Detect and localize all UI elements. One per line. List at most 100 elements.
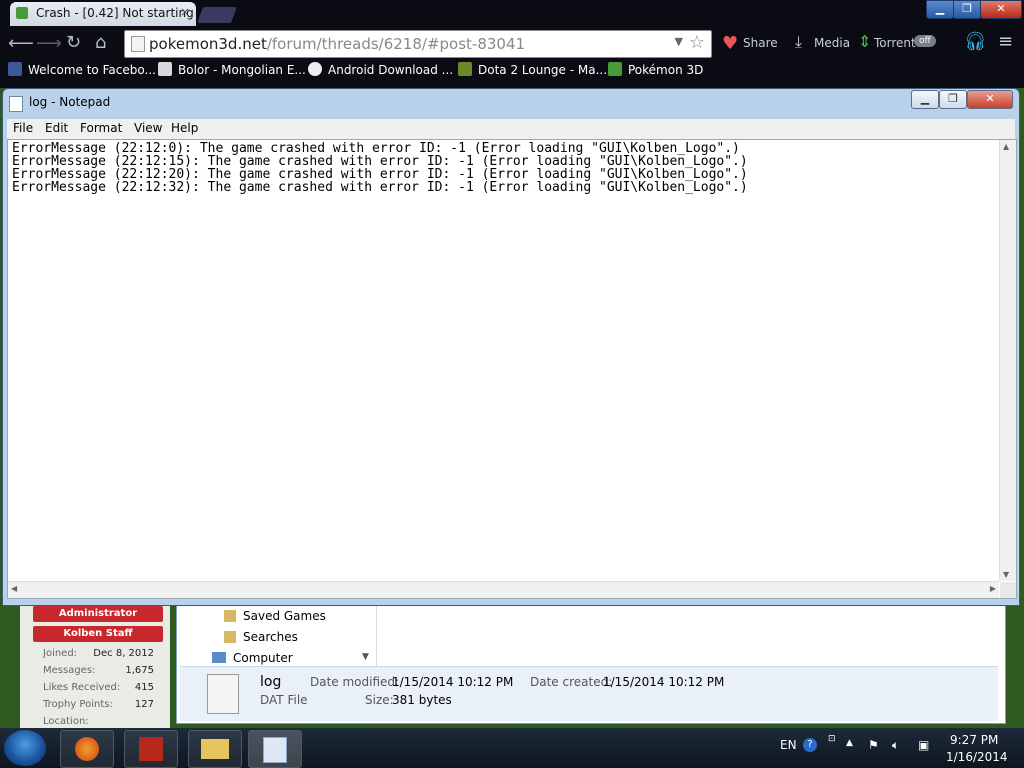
menu-icon[interactable]: ≡ <box>998 31 1013 52</box>
taskbar-dota2[interactable] <box>124 730 178 768</box>
forward-arrow-icon[interactable]: ⟶ <box>36 33 62 54</box>
computer-icon <box>212 652 226 663</box>
language-indicator[interactable]: EN <box>780 738 797 752</box>
bookmark-pokemon3d[interactable]: Pokémon 3D <box>608 62 703 77</box>
network-icon[interactable]: ▣ <box>918 738 929 752</box>
stat-label: Joined: <box>43 648 78 659</box>
role-badge-administrator: Administrator <box>33 606 163 622</box>
notepad-text-area[interactable]: ErrorMessage (22:12:0): The game crashed… <box>7 139 1017 599</box>
notepad-maximize-button[interactable]: ❐ <box>939 90 967 109</box>
dota-lounge-icon <box>458 62 472 76</box>
bookmark-facebook[interactable]: Welcome to Facebo... <box>8 62 156 77</box>
notepad-icon <box>9 96 23 112</box>
new-tab-button[interactable] <box>197 7 237 23</box>
date-created-label: Date created: <box>530 675 613 689</box>
tree-item-searches[interactable]: Searches <box>243 630 298 644</box>
menu-edit[interactable]: Edit <box>45 121 68 135</box>
clock-date[interactable]: 1/16/2014 <box>946 750 1008 764</box>
media-button[interactable]: Media <box>814 36 850 50</box>
notepad-menubar: File Edit Format View Help <box>7 119 1015 139</box>
stat-label: Messages: <box>43 665 96 676</box>
tree-item-computer[interactable]: Computer <box>233 651 293 665</box>
url-text: pokemon3d.net/forum/threads/6218/#post-8… <box>149 35 526 53</box>
menu-file[interactable]: File <box>13 121 33 135</box>
bolor-icon <box>158 62 172 76</box>
maximize-button[interactable]: ❐ <box>953 0 981 19</box>
scroll-right-arrow-icon[interactable]: ▶ <box>990 584 996 593</box>
back-arrow-icon[interactable]: ⟵ <box>8 33 34 54</box>
folder-icon <box>201 739 229 759</box>
torrent-toggle[interactable]: off <box>914 35 936 47</box>
android-icon <box>308 62 322 76</box>
action-center-flag-icon[interactable]: ⚑ <box>868 738 879 752</box>
taskbar: EN ? ⊡ ▲ ⚑ 🔈︎ ▣ 9:27 PM 1/16/2014 <box>0 728 1024 768</box>
stat-label: Location: <box>43 716 89 727</box>
start-button[interactable] <box>4 730 46 766</box>
tree-item-saved-games[interactable]: Saved Games <box>243 609 326 623</box>
date-created-value: 1/15/2014 10:12 PM <box>603 675 725 689</box>
size-grip[interactable] <box>1000 582 1016 598</box>
close-button[interactable]: ✕ <box>980 0 1022 19</box>
help-icon[interactable]: ? <box>803 738 817 752</box>
stat-value: 415 <box>134 682 154 693</box>
firefox-icon <box>75 737 99 761</box>
minimize-button[interactable]: ▁ <box>926 0 954 19</box>
show-hidden-icons-icon[interactable]: ▲ <box>846 738 853 748</box>
folder-icon <box>224 610 236 622</box>
clock-time[interactable]: 9:27 PM <box>950 733 998 747</box>
horizontal-scrollbar[interactable]: ◀ ▶ <box>8 581 999 598</box>
download-icon: ⤓ <box>795 32 803 51</box>
tab-close-icon[interactable]: × <box>180 5 190 19</box>
address-bar[interactable]: pokemon3d.net/forum/threads/6218/#post-8… <box>124 30 712 58</box>
size-value: 381 bytes <box>392 693 452 707</box>
date-modified-label: Date modified: <box>310 675 400 689</box>
size-label: Size: <box>365 693 394 707</box>
heart-icon: ♥ <box>722 33 739 54</box>
menu-view[interactable]: View <box>134 121 162 135</box>
role-badge-staff: Kolben Staff <box>33 626 163 642</box>
scroll-up-arrow-icon[interactable]: ▲ <box>1003 142 1009 151</box>
file-name: log <box>260 674 282 690</box>
dota2-icon <box>139 737 163 761</box>
bookmark-dota2lounge[interactable]: Dota 2 Lounge - Ma... <box>458 62 607 77</box>
taskbar-explorer[interactable] <box>188 730 242 768</box>
share-button[interactable]: Share <box>743 36 778 50</box>
notepad-window: log - Notepad ▁ ❐ ✕ File Edit Format Vie… <box>2 88 1020 606</box>
bookmark-android[interactable]: Android Download ... <box>308 62 453 77</box>
taskbar-firefox[interactable] <box>60 730 114 768</box>
date-modified-value: 1/15/2014 10:12 PM <box>392 675 514 689</box>
pokemon-leaf-icon <box>608 62 622 76</box>
reload-icon[interactable]: ↻ <box>66 32 81 53</box>
torrent-button[interactable]: Torrent <box>874 36 916 50</box>
volume-icon[interactable]: 🔈︎ <box>892 738 899 753</box>
pokemon-favicon-icon <box>16 7 28 19</box>
page-icon <box>131 36 145 52</box>
scroll-down-arrow-icon[interactable]: ▼ <box>1003 570 1009 579</box>
menu-help[interactable]: Help <box>171 121 198 135</box>
scroll-left-arrow-icon[interactable]: ◀ <box>11 584 17 593</box>
facebook-icon <box>8 62 22 76</box>
tab-title: Crash - [0.42] Not starting <box>36 6 194 20</box>
file-type: DAT File <box>260 693 308 707</box>
scroll-down-arrow-icon[interactable]: ▼ <box>362 652 369 662</box>
headphones-icon[interactable]: 🎧︎ <box>964 31 987 52</box>
text-line: ErrorMessage (22:12:32): The game crashe… <box>12 180 748 195</box>
browser-window-controls: ▁ ❐ ✕ <box>926 0 1022 19</box>
notepad-title: log - Notepad <box>29 95 111 109</box>
bookmark-star-icon[interactable]: ☆ <box>689 32 705 53</box>
home-icon[interactable]: ⌂ <box>95 32 106 53</box>
dropdown-arrow-icon[interactable]: ▼ <box>675 35 683 48</box>
notepad-close-button[interactable]: ✕ <box>967 90 1013 109</box>
browser-tab[interactable]: Crash - [0.42] Not starting × <box>10 2 196 26</box>
stat-label: Trophy Points: <box>43 699 113 710</box>
stat-value: 1,675 <box>125 665 154 676</box>
notepad-minimize-button[interactable]: ▁ <box>911 90 939 109</box>
menu-format[interactable]: Format <box>80 121 122 135</box>
bookmark-bolor[interactable]: Bolor - Mongolian E... <box>158 62 306 77</box>
notepad-icon <box>263 737 287 763</box>
taskbar-notepad[interactable] <box>248 730 302 768</box>
vertical-scrollbar[interactable]: ▲ ▼ <box>999 140 1016 581</box>
stat-value: 127 <box>134 699 154 710</box>
folder-icon <box>224 631 236 643</box>
keyboard-options-icon[interactable]: ⊡ <box>828 734 836 744</box>
